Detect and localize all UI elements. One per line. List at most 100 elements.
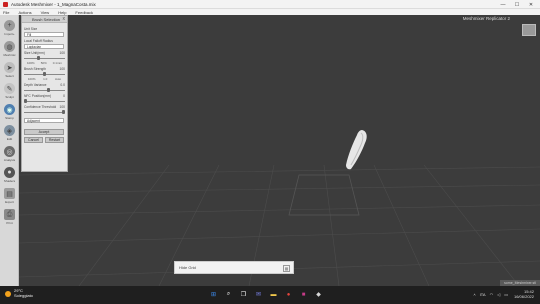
- slider-knob[interactable]: [62, 110, 65, 114]
- threshold-slider[interactable]: [24, 110, 65, 114]
- close-button[interactable]: ✕: [524, 0, 538, 9]
- param-sub: 100%: [27, 77, 36, 81]
- mode-select[interactable]: Adjacent: [24, 118, 64, 123]
- param-label: NFC Position(mm): [24, 94, 52, 98]
- meshmixer-app-icon: [3, 1, 8, 7]
- param-label: Depth Variance: [24, 83, 47, 87]
- battery-icon[interactable]: ▭: [504, 292, 508, 297]
- panel-close-button[interactable]: x: [63, 16, 66, 22]
- search-icon[interactable]: ⌕: [223, 289, 234, 300]
- tool-select[interactable]: ➤ Select: [1, 60, 18, 80]
- tool-label: Edit: [6, 137, 13, 141]
- param-row: Size Unit(mm) 100: [24, 51, 65, 55]
- strength-slider[interactable]: [24, 72, 65, 76]
- menu-actions[interactable]: Actions: [18, 10, 31, 15]
- panel-header[interactable]: Brush Selection x: [22, 16, 67, 23]
- position-slider[interactable]: [24, 99, 65, 103]
- sun-icon: [5, 290, 11, 297]
- brush-panel: Brush Selection x Unit Size Fill Local F…: [21, 15, 68, 172]
- menu-help[interactable]: Help: [58, 10, 66, 15]
- slider-knob[interactable]: [46, 88, 50, 92]
- chat-icon[interactable]: ✉: [253, 289, 264, 300]
- tool-analysis[interactable]: ◎ Analysis: [1, 144, 18, 164]
- param-row: Confidence Threshold 100: [24, 105, 65, 109]
- variance-slider[interactable]: [24, 88, 65, 92]
- tool-label: Sculpt: [5, 95, 14, 99]
- size-slider[interactable]: [24, 56, 65, 60]
- unit-size-select[interactable]: Fill: [24, 32, 64, 37]
- unit-size-label: Unit Size: [24, 27, 38, 31]
- param-sub: 50%: [40, 61, 47, 65]
- select-arrow-icon: ➤: [4, 62, 15, 73]
- file-explorer-icon[interactable]: ▬: [268, 289, 279, 300]
- grid-icon[interactable]: ▦: [283, 265, 290, 272]
- falloff-select[interactable]: Laplacian: [24, 44, 64, 49]
- window-title: Autodesk Meshmixer - 1_MagnaCosta.mix: [11, 1, 96, 7]
- tool-label: Analysis: [3, 158, 16, 162]
- minimize-button[interactable]: —: [496, 0, 510, 9]
- param-subrow: 100% 1.0 Auto: [24, 77, 65, 81]
- accept-button[interactable]: Accept: [24, 129, 64, 135]
- wifi-icon[interactable]: ◠: [490, 292, 494, 297]
- tool-print[interactable]: ⎙ Print: [1, 207, 18, 227]
- language-indicator[interactable]: ITA: [480, 292, 486, 297]
- clock-date: 16/06/2022: [513, 294, 534, 299]
- tool-label: Stamp: [5, 116, 14, 120]
- hint-box[interactable]: Hide Grid ▦: [174, 261, 294, 274]
- param-value[interactable]: 100: [59, 51, 65, 55]
- menu-view[interactable]: View: [41, 10, 50, 15]
- tool-import[interactable]: + Import+: [1, 18, 18, 38]
- printer-name-label: Meshmixer Replicator 2: [462, 16, 510, 21]
- title-bar: Autodesk Meshmixer - 1_MagnaCosta.mix — …: [0, 0, 540, 9]
- tool-edit[interactable]: ◈ Edit: [1, 123, 18, 143]
- viewcube[interactable]: [522, 24, 536, 36]
- tool-meshmix[interactable]: ◍ Meshmix: [1, 39, 18, 59]
- clock[interactable]: 15:42 16/06/2022: [514, 289, 534, 299]
- param-value[interactable]: 0.0: [60, 83, 65, 87]
- 3d-viewport[interactable]: Meshmixer Replicator 2 some_Meshmixer.st…: [19, 15, 540, 286]
- analysis-icon: ◎: [4, 146, 15, 157]
- param-value[interactable]: 0: [63, 94, 65, 98]
- falloff-label: Local Falloff Radius: [24, 39, 53, 43]
- param-row: Depth Variance 0.0: [24, 83, 65, 87]
- taskbar: 29°C Soleggiato ⊞ ⌕ ❐ ✉ ▬ ● ■ ◆ ˄ ITA ◠ ◁ ▭ 15:…: [0, 286, 540, 304]
- app-icon-pink[interactable]: ■: [298, 289, 309, 300]
- windows-start-icon[interactable]: ⊞: [208, 289, 219, 300]
- system-tray: ˄ ITA ◠ ◁ ▭ 15:42 16/06/2022: [469, 289, 534, 299]
- print-icon: ⎙: [4, 209, 15, 220]
- tool-stamp[interactable]: ◉ Stamp: [1, 102, 18, 122]
- param-label: Brush Strength: [24, 67, 46, 71]
- chevron-up-icon[interactable]: ˄: [473, 292, 475, 297]
- param-label: Confidence Threshold: [24, 105, 57, 109]
- maximize-button[interactable]: ☐: [510, 0, 524, 9]
- param-sub: 100%: [27, 61, 35, 65]
- stamp-globe-icon: ◉: [4, 104, 15, 115]
- left-toolbar: + Import+ ◍ Meshmix ➤ Select ✎ Sculpt ◉ …: [0, 15, 19, 286]
- tool-export[interactable]: ▤ Export: [1, 186, 18, 206]
- export-icon: ▤: [4, 188, 15, 199]
- meshmixer-icon[interactable]: ◆: [313, 289, 324, 300]
- speaker-icon[interactable]: ◁: [497, 292, 500, 297]
- slider-knob[interactable]: [43, 72, 46, 76]
- restart-button[interactable]: Restart: [45, 137, 64, 143]
- tool-shaders[interactable]: ● Shaders: [1, 165, 18, 185]
- param-value[interactable]: 100: [59, 105, 65, 109]
- param-value[interactable]: 100: [59, 67, 65, 71]
- cancel-button[interactable]: Cancel: [24, 137, 43, 143]
- chrome-icon[interactable]: ●: [283, 289, 294, 300]
- param-sub: Auto: [55, 77, 62, 81]
- taskbar-apps: ⊞ ⌕ ❐ ✉ ▬ ● ■ ◆: [208, 289, 328, 300]
- panel-title: Brush Selection: [32, 16, 61, 22]
- slider-knob[interactable]: [24, 99, 27, 103]
- 3d-model-mesh[interactable]: [345, 129, 369, 171]
- task-view-icon[interactable]: ❐: [238, 289, 249, 300]
- param-sub: 1.0: [43, 77, 48, 81]
- meshmix-icon: ◍: [4, 41, 15, 52]
- menu-file[interactable]: File: [3, 10, 9, 15]
- menu-feedback[interactable]: Feedback: [75, 10, 93, 15]
- tool-sculpt[interactable]: ✎ Sculpt: [1, 81, 18, 101]
- sculpt-brush-icon: ✎: [4, 83, 15, 94]
- param-subrow: 100% 50% 0.1mm: [24, 61, 65, 65]
- slider-knob[interactable]: [37, 56, 41, 60]
- weather-widget[interactable]: 29°C Soleggiato: [5, 288, 33, 298]
